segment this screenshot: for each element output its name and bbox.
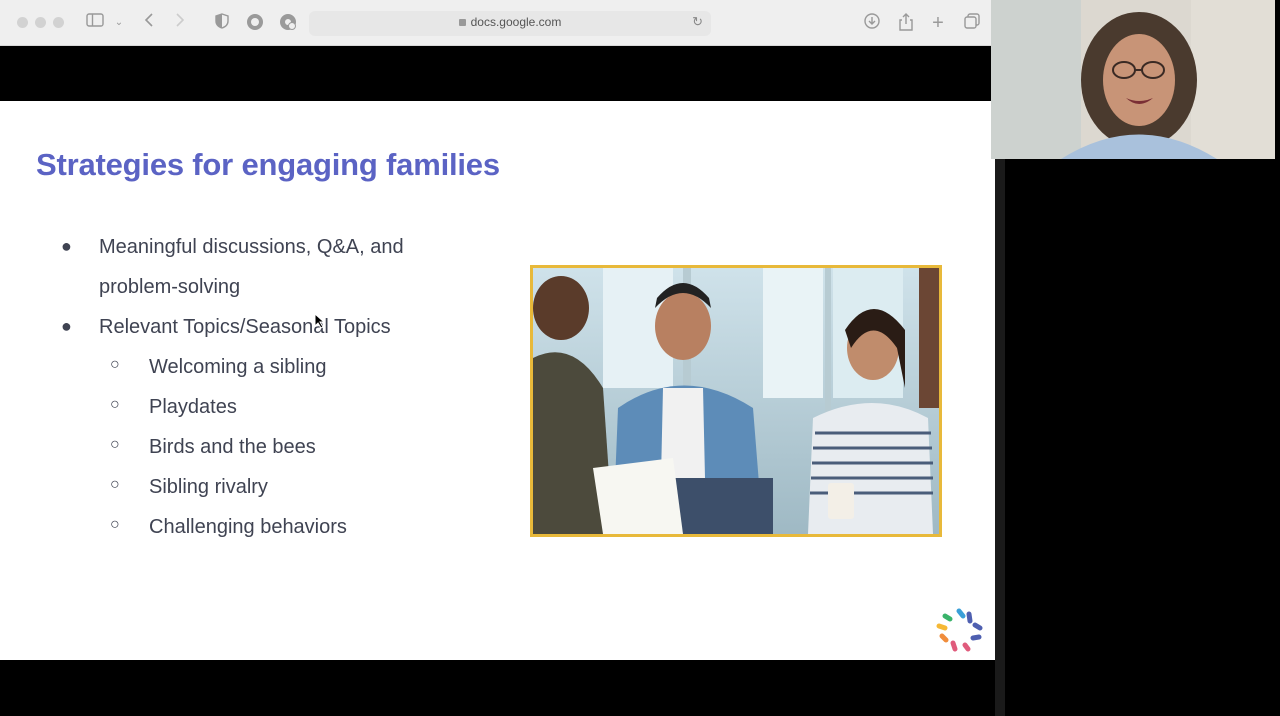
sidebar-icon[interactable] bbox=[85, 13, 105, 33]
mouse-cursor-icon bbox=[314, 312, 326, 334]
chevron-down-icon[interactable]: ⌄ bbox=[109, 13, 129, 33]
sub-bullet-item: Sibling rivalry bbox=[149, 476, 268, 498]
share-icon[interactable] bbox=[896, 13, 916, 33]
browser-toolbar: ⌄ docs.google.com ↻ + bbox=[0, 0, 991, 46]
back-arrow-icon[interactable] bbox=[139, 13, 159, 33]
privacy-icon[interactable] bbox=[278, 13, 298, 33]
sub-bullet-item: Birds and the bees bbox=[149, 436, 316, 458]
address-bar[interactable]: docs.google.com ↻ bbox=[309, 11, 711, 36]
url-text: docs.google.com bbox=[470, 15, 562, 29]
sub-bullet-item: Challenging behaviors bbox=[149, 516, 347, 538]
sub-bullet-circle: ○ bbox=[110, 396, 120, 413]
sub-bullet-item: Welcoming a sibling bbox=[149, 356, 327, 378]
brand-logo bbox=[935, 605, 983, 653]
sub-bullet-circle: ○ bbox=[110, 436, 120, 453]
close-window-button[interactable] bbox=[17, 17, 28, 28]
presentation-top-bar bbox=[0, 46, 991, 101]
bullet-item-1-line-2: problem-solving bbox=[99, 276, 241, 298]
zoom-window-button[interactable] bbox=[53, 17, 64, 28]
presentation-slide: Strategies for engaging families ● Meani… bbox=[0, 101, 995, 660]
sub-bullet-circle: ○ bbox=[110, 476, 120, 493]
tab-overview-icon[interactable] bbox=[962, 13, 982, 33]
sub-bullet-item: Playdates bbox=[149, 396, 237, 418]
bullet-item-2: Relevant Topics/Seasonal Topics bbox=[99, 316, 391, 338]
forward-arrow-icon[interactable] bbox=[170, 13, 190, 33]
extension-icon[interactable] bbox=[245, 13, 265, 33]
slide-title: Strategies for engaging families bbox=[36, 147, 500, 182]
reload-icon[interactable]: ↻ bbox=[692, 14, 703, 30]
lock-icon bbox=[458, 19, 466, 26]
shield-icon[interactable] bbox=[212, 13, 232, 33]
minimize-window-button[interactable] bbox=[35, 17, 46, 28]
sub-bullet-circle: ○ bbox=[110, 356, 120, 373]
bullet-item-1-line-1: Meaningful discussions, Q&A, and bbox=[99, 236, 404, 258]
download-icon[interactable] bbox=[862, 13, 882, 33]
sub-bullet-circle: ○ bbox=[110, 516, 120, 533]
bullet-dot: ● bbox=[61, 316, 72, 336]
bullet-dot: ● bbox=[61, 236, 72, 256]
slide-edge bbox=[995, 159, 1005, 716]
plus-icon[interactable]: + bbox=[928, 13, 948, 33]
group-discussion-photo bbox=[530, 265, 942, 537]
webcam-video-feed bbox=[991, 0, 1275, 159]
